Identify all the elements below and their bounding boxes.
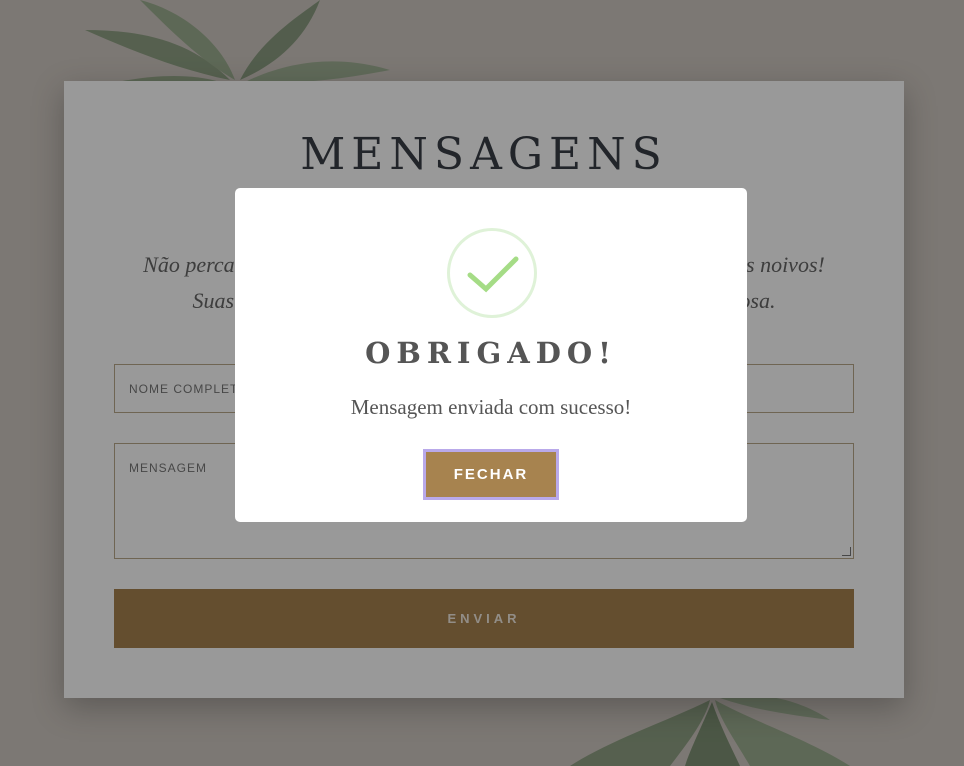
- modal-title: OBRIGADO!: [365, 336, 617, 370]
- check-icon: [467, 256, 519, 293]
- close-button[interactable]: FECHAR: [423, 449, 559, 500]
- success-icon-circle: [447, 228, 537, 318]
- modal-message: Mensagem enviada com sucesso!: [350, 395, 632, 419]
- success-modal: OBRIGADO! Mensagem enviada com sucesso! …: [235, 188, 747, 522]
